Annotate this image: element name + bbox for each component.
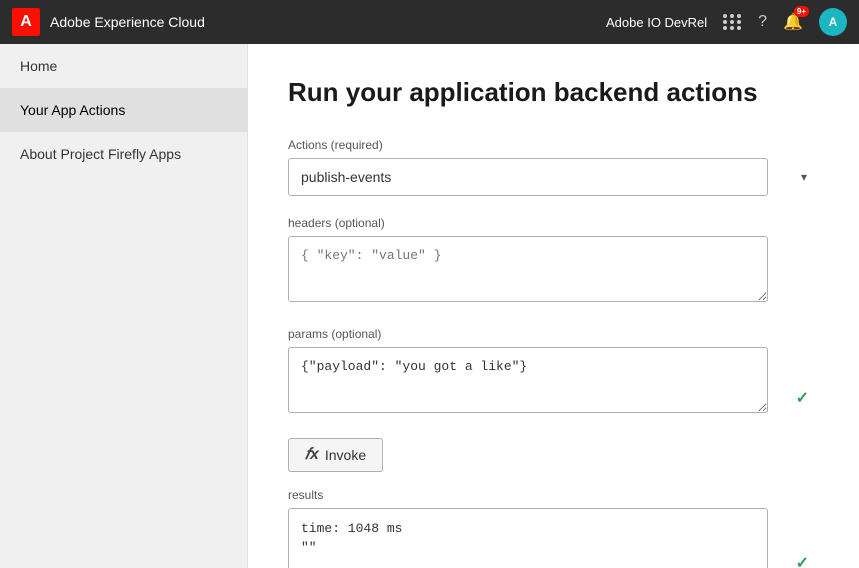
sidebar-item-about-firefly[interactable]: About Project Firefly Apps bbox=[0, 132, 247, 176]
invoke-button-label: Invoke bbox=[325, 447, 366, 463]
adobe-logo: A bbox=[12, 8, 40, 36]
apps-grid-icon[interactable] bbox=[723, 14, 742, 30]
params-field-group: params (optional) ✓ bbox=[288, 327, 819, 418]
user-avatar[interactable]: A bbox=[819, 8, 847, 36]
top-navigation: A Adobe Experience Cloud Adobe IO DevRel… bbox=[0, 0, 859, 44]
actions-select-wrapper: publish-events ▾ bbox=[288, 158, 819, 196]
sidebar-item-home[interactable]: Home bbox=[0, 44, 247, 88]
select-chevron-down-icon: ▾ bbox=[801, 170, 807, 184]
actions-label: Actions (required) bbox=[288, 138, 819, 152]
top-nav-left: A Adobe Experience Cloud bbox=[12, 8, 205, 36]
sidebar-item-your-app-actions[interactable]: Your App Actions bbox=[0, 88, 247, 132]
headers-field-group: headers (optional) bbox=[288, 216, 819, 307]
notification-icon[interactable]: 🔔 9+ bbox=[783, 12, 803, 32]
headers-label: headers (optional) bbox=[288, 216, 819, 230]
app-title: Adobe Experience Cloud bbox=[50, 14, 205, 30]
page-title: Run your application backend actions bbox=[288, 76, 819, 110]
results-valid-icon: ✓ bbox=[796, 553, 809, 568]
results-label: results bbox=[288, 488, 819, 502]
params-valid-icon: ✓ bbox=[796, 388, 809, 408]
invoke-function-icon: 𝑓x bbox=[305, 446, 319, 464]
params-label: params (optional) bbox=[288, 327, 819, 341]
sidebar-item-your-app-actions-label: Your App Actions bbox=[20, 102, 125, 118]
help-icon[interactable]: ? bbox=[758, 13, 767, 31]
results-textarea[interactable] bbox=[288, 508, 768, 568]
sidebar-item-home-label: Home bbox=[20, 58, 57, 74]
results-textarea-wrapper: ✓ bbox=[288, 508, 819, 568]
headers-textarea[interactable] bbox=[288, 236, 768, 302]
main-content: Run your application backend actions Act… bbox=[248, 44, 859, 568]
sidebar-item-about-firefly-label: About Project Firefly Apps bbox=[20, 146, 181, 162]
headers-textarea-wrapper bbox=[288, 236, 819, 307]
app-layout: Home Your App Actions About Project Fire… bbox=[0, 44, 859, 568]
top-nav-right: Adobe IO DevRel ? 🔔 9+ A bbox=[606, 8, 847, 36]
actions-select[interactable]: publish-events bbox=[288, 158, 768, 196]
adobe-logo-text: A bbox=[20, 13, 32, 31]
username-display: Adobe IO DevRel bbox=[606, 15, 707, 30]
sidebar: Home Your App Actions About Project Fire… bbox=[0, 44, 248, 568]
invoke-button[interactable]: 𝑓x Invoke bbox=[288, 438, 383, 472]
actions-field-group: Actions (required) publish-events ▾ bbox=[288, 138, 819, 196]
notification-badge: 9+ bbox=[794, 6, 809, 17]
params-textarea-wrapper: ✓ bbox=[288, 347, 819, 418]
results-field-group: results ✓ bbox=[288, 488, 819, 568]
params-textarea[interactable] bbox=[288, 347, 768, 413]
